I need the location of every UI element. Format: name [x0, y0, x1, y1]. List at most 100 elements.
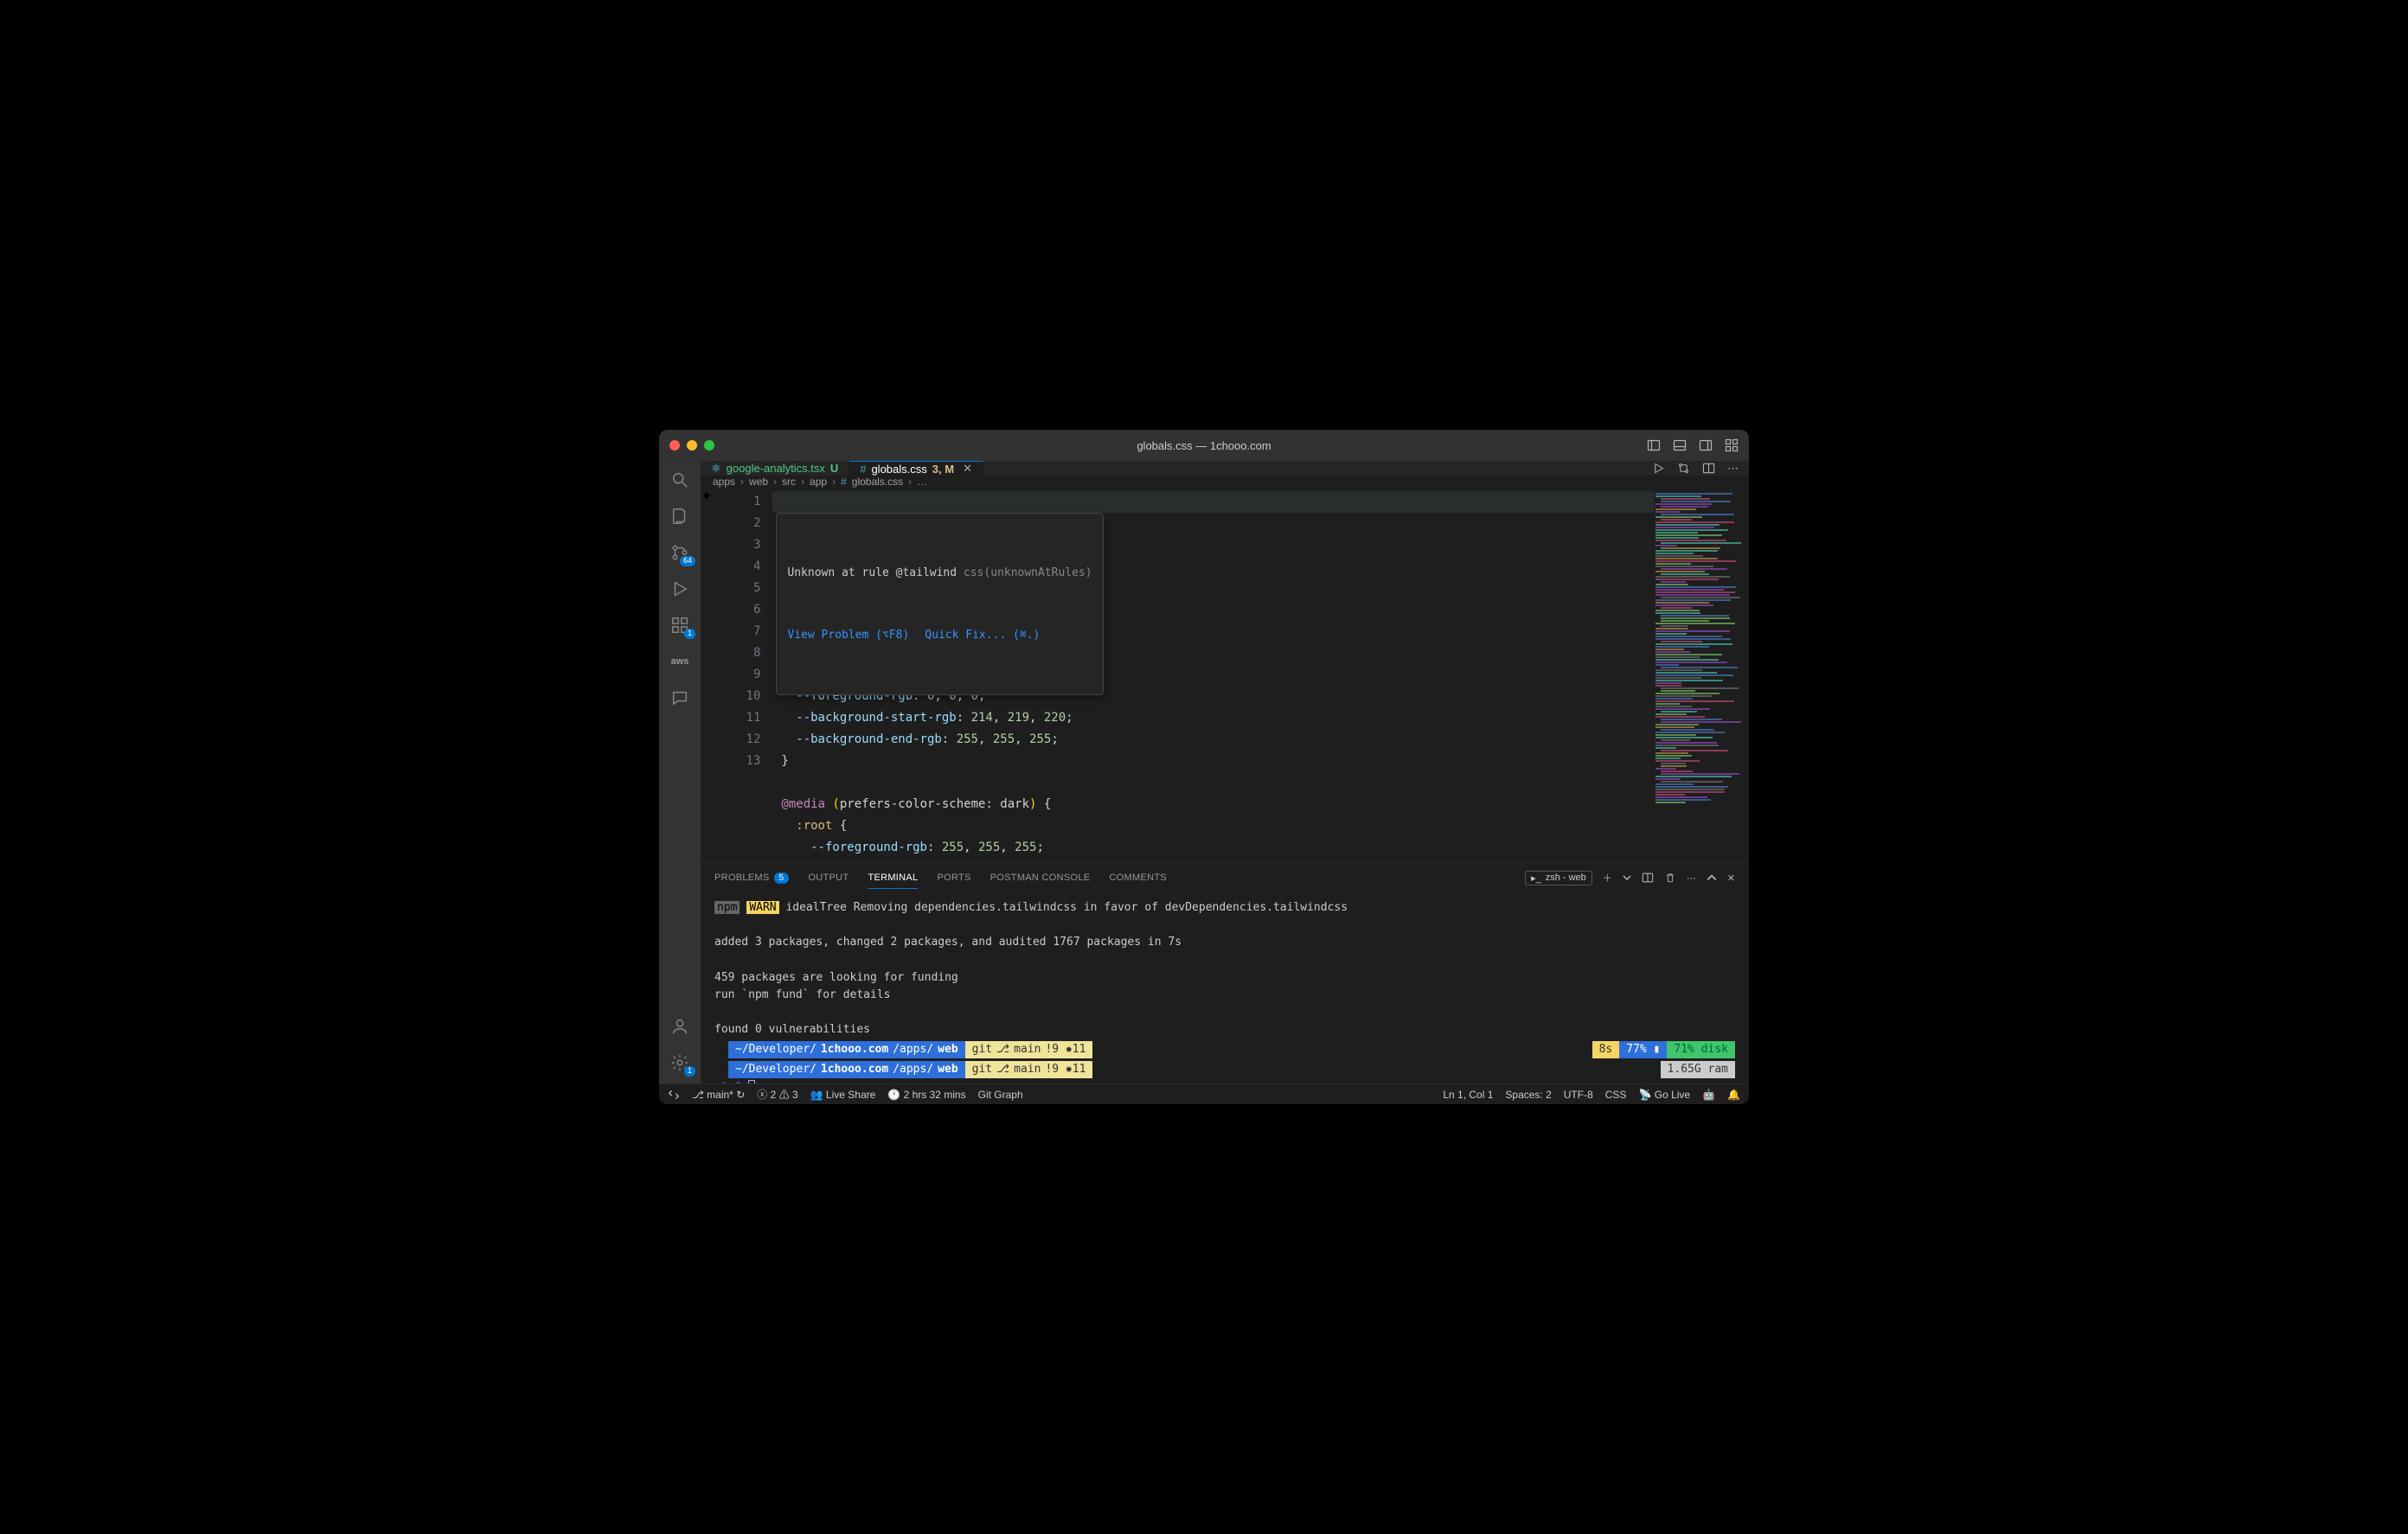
terminal-icon: ▸_ — [1531, 872, 1541, 884]
breadcrumb-item[interactable]: … — [917, 476, 927, 488]
breadcrumb-item[interactable]: src — [782, 476, 796, 488]
prompt-row: ~/Developer/1chooo.com/apps/web git ⎇ ma… — [714, 1041, 1735, 1058]
close-panel-icon[interactable]: ✕ — [1727, 872, 1735, 884]
explorer-activity-icon[interactable] — [668, 504, 692, 528]
window-title: globals.css — 1chooo.com — [1137, 439, 1271, 452]
breadcrumb-item[interactable]: apps — [713, 476, 735, 488]
panel-tabs: PROBLEMS5 OUTPUT TERMINAL PORTS POSTMAN … — [701, 863, 1749, 892]
tab-ports[interactable]: PORTS — [937, 872, 970, 883]
time-status[interactable]: 🕐 2 hrs 32 mins — [887, 1089, 965, 1101]
tab-problems[interactable]: PROBLEMS5 — [714, 872, 789, 883]
search-activity-icon[interactable] — [668, 468, 692, 492]
settings-activity-icon[interactable]: 1 — [668, 1051, 692, 1075]
layout-sidebar-left-icon[interactable] — [1647, 438, 1661, 452]
split-terminal-icon[interactable] — [1642, 872, 1654, 884]
more-terminal-icon[interactable]: ⋯ — [1687, 872, 1696, 884]
prompt-row: ~/Developer/1chooo.com/apps/web git ⎇ ma… — [714, 1061, 1735, 1078]
errors-status[interactable]: ⓧ 2 ⚠ 3 — [757, 1087, 797, 1102]
warn-label: WARN — [746, 901, 778, 914]
account-activity-icon[interactable] — [668, 1014, 692, 1039]
bell-icon[interactable]: 🔔 — [1727, 1089, 1740, 1101]
layout-sidebar-right-icon[interactable] — [1699, 438, 1713, 452]
terminal-line: found 0 vulnerabilities — [714, 1021, 1735, 1039]
extensions-activity-icon[interactable]: 1 — [668, 613, 692, 637]
maximize-window-button[interactable] — [704, 440, 714, 451]
remote-indicator[interactable] — [668, 1088, 680, 1101]
css-icon: # — [860, 463, 866, 476]
code-editor[interactable]: ✦ 12345678910111213 Unknown at rule @tai… — [701, 488, 1749, 862]
split-editor-icon[interactable] — [1702, 462, 1715, 475]
meter-time: 8s — [1592, 1041, 1620, 1058]
close-window-button[interactable] — [669, 440, 680, 451]
source-control-badge: 64 — [680, 556, 695, 566]
prompt-path: ~/Developer/1chooo.com/apps/web — [728, 1041, 965, 1058]
layout-panel-icon[interactable] — [1673, 438, 1687, 452]
liveshare-status[interactable]: 👥 Live Share — [810, 1089, 876, 1101]
breadcrumb[interactable]: apps› web› src› app› # globals.css› … — [701, 476, 1749, 488]
line-gutter: 12345678910111213 — [712, 488, 772, 862]
spaces-status[interactable]: Spaces: 2 — [1505, 1089, 1551, 1101]
golive-status[interactable]: 📡 Go Live — [1638, 1089, 1690, 1101]
customize-layout-icon[interactable] — [1725, 438, 1739, 452]
terminal-chevron-icon[interactable] — [1623, 873, 1631, 882]
breadcrumb-item[interactable]: web — [749, 476, 768, 488]
chat-activity-icon[interactable] — [668, 686, 692, 710]
meter-ram: 1.65G ram — [1661, 1061, 1735, 1078]
run-icon[interactable] — [1652, 462, 1665, 475]
title-bar: globals.css — 1chooo.com — [659, 430, 1749, 461]
source-control-activity-icon[interactable]: 64 — [668, 540, 692, 565]
terminal-line: 459 packages are looking for funding — [714, 969, 1735, 987]
branch-icon: ⎇ — [996, 1061, 1009, 1078]
hover-message: Unknown at rule @tailwind — [787, 566, 964, 579]
tab-comments[interactable]: COMMENTS — [1109, 872, 1167, 883]
branch-icon: ⎇ — [996, 1041, 1009, 1058]
vscode-window: globals.css — 1chooo.com 64 1 aws 1 — [659, 430, 1749, 1104]
close-tab-icon[interactable]: ✕ — [963, 462, 972, 476]
activity-bar: 64 1 aws 1 — [659, 461, 701, 1083]
hover-problem-box: Unknown at rule @tailwind css(unknownAtR… — [776, 513, 1103, 695]
branch-status[interactable]: ⎇ main* ↻ — [692, 1089, 745, 1101]
problems-count: 5 — [774, 872, 790, 884]
breadcrumb-item[interactable]: app — [810, 476, 827, 488]
prompt-git: git ⎇ main !9 ✹11 — [965, 1061, 1093, 1078]
breadcrumb-item[interactable]: globals.css — [852, 476, 903, 488]
tab-filename: google-analytics.tsx — [727, 462, 825, 475]
tab-terminal[interactable]: TERMINAL — [868, 872, 918, 889]
aws-activity-icon[interactable]: aws — [668, 649, 692, 674]
editor-tabs: ⚛ google-analytics.tsx U # globals.css 3… — [701, 461, 1749, 476]
kill-terminal-icon[interactable] — [1664, 872, 1676, 884]
tab-filename: globals.css — [871, 463, 926, 476]
view-problem-link[interactable]: View Problem (⌥F8) — [787, 625, 909, 645]
tab-status: U — [830, 462, 838, 475]
tab-postman[interactable]: POSTMAN CONSOLE — [990, 872, 1091, 883]
react-icon: ⚛ — [711, 462, 721, 476]
run-debug-activity-icon[interactable] — [668, 577, 692, 601]
meter-battery: 77% ▮ — [1619, 1041, 1667, 1058]
more-actions-icon[interactable]: ⋯ — [1727, 462, 1739, 476]
tab-globals-css[interactable]: # globals.css 3, M ✕ — [849, 461, 983, 476]
prompt-git: git ⎇ main !9 ✹11 — [965, 1041, 1093, 1058]
new-terminal-icon[interactable]: ＋ — [1603, 871, 1612, 885]
terminal-content[interactable]: npm WARN idealTree Removing dependencies… — [701, 892, 1749, 1083]
compare-changes-icon[interactable] — [1677, 462, 1690, 475]
settings-badge: 1 — [684, 1066, 695, 1077]
encoding-status[interactable]: UTF-8 — [1564, 1089, 1593, 1101]
shell-selector[interactable]: ▸_zsh - web — [1525, 871, 1592, 885]
status-bar: ⎇ main* ↻ ⓧ 2 ⚠ 3 👥 Live Share 🕐 2 hrs 3… — [659, 1083, 1749, 1104]
hover-message-code: css(unknownAtRules) — [964, 566, 1092, 579]
minimize-window-button[interactable] — [687, 440, 697, 451]
tab-google-analytics[interactable]: ⚛ google-analytics.tsx U — [701, 461, 849, 476]
language-status[interactable]: CSS — [1605, 1089, 1627, 1101]
tab-suffix: 3, M — [932, 463, 954, 476]
copilot-icon[interactable]: 🤖 — [1702, 1089, 1715, 1101]
quick-fix-link[interactable]: Quick Fix... (⌘.) — [925, 625, 1040, 645]
maximize-panel-icon[interactable] — [1707, 872, 1717, 883]
cursor-position[interactable]: Ln 1, Col 1 — [1443, 1089, 1493, 1101]
gitgraph-status[interactable]: Git Graph — [978, 1089, 1023, 1101]
tab-output[interactable]: OUTPUT — [808, 872, 849, 883]
code-content[interactable]: Unknown at rule @tailwind css(unknownAtR… — [772, 488, 1654, 862]
terminal-line: run `npm fund` for details — [714, 987, 1735, 1004]
editor-group: ⚛ google-analytics.tsx U # globals.css 3… — [701, 461, 1749, 1083]
minimap[interactable] — [1654, 488, 1749, 862]
traffic-lights — [669, 440, 714, 451]
